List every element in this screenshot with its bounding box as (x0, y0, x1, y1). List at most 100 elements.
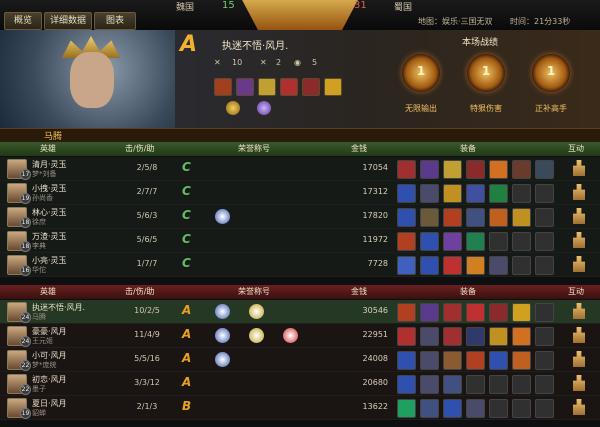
equipment-icon[interactable] (397, 375, 416, 394)
equipment-icon[interactable] (443, 351, 462, 370)
equipment-icon[interactable] (535, 232, 554, 251)
like-icon[interactable] (573, 160, 585, 176)
equipment-icon[interactable] (443, 208, 462, 227)
equipment-icon[interactable] (535, 399, 554, 418)
like-icon[interactable] (573, 399, 585, 415)
item-icon[interactable] (302, 78, 320, 96)
equipment-icon[interactable] (443, 399, 462, 418)
equipment-icon[interactable] (397, 303, 416, 322)
equipment-icon[interactable] (535, 208, 554, 227)
tab-overview[interactable]: 概览 (4, 12, 42, 30)
equipment-icon[interactable] (535, 256, 554, 275)
equipment-icon[interactable] (535, 351, 554, 370)
tab-chart[interactable]: 图表 (94, 12, 136, 30)
equipment-icon[interactable] (512, 184, 531, 203)
equipment-icon[interactable] (466, 232, 485, 251)
equipment-icon[interactable] (443, 375, 462, 394)
equipment-icon[interactable] (443, 160, 462, 179)
equipment-icon[interactable] (535, 184, 554, 203)
equipment-icon[interactable] (420, 303, 439, 322)
item-icon[interactable] (258, 78, 276, 96)
equipment-icon[interactable] (489, 351, 508, 370)
equipment-icon[interactable] (489, 184, 508, 203)
equipment-icon[interactable] (420, 208, 439, 227)
gold: 22951 (362, 330, 388, 339)
table-row[interactable]: 19 小拽·灵玉 孙尚香 2/7/7 C 17312 (0, 181, 600, 205)
like-icon[interactable] (573, 232, 585, 248)
equipment-icon[interactable] (397, 351, 416, 370)
equipment-icon[interactable] (466, 327, 485, 346)
equipment-icon[interactable] (489, 375, 508, 394)
equipment-icon[interactable] (397, 256, 416, 275)
equipment-icon[interactable] (466, 208, 485, 227)
table-row[interactable]: 16 小亮·灵玉 华佗 1/7/7 C 7728 (0, 253, 600, 277)
equipment-icon[interactable] (420, 375, 439, 394)
equipment-icon[interactable] (535, 160, 554, 179)
like-icon[interactable] (573, 327, 585, 343)
equipment-icon[interactable] (512, 399, 531, 418)
equipment-icon[interactable] (466, 160, 485, 179)
equipment-icon[interactable] (443, 184, 462, 203)
table-row[interactable]: 17 清月·灵玉 梦*刘备 2/5/8 C 17054 (0, 157, 600, 181)
equipment-icon[interactable] (397, 184, 416, 203)
equipment-icon[interactable] (489, 327, 508, 346)
equipment-icon[interactable] (420, 256, 439, 275)
table-row[interactable]: 22 初恋·风月 墨子 3/3/12 A 20680 (0, 372, 600, 396)
equipment-icon[interactable] (420, 351, 439, 370)
item-icon[interactable] (214, 78, 232, 96)
equipment-icon[interactable] (489, 256, 508, 275)
equipment-icon[interactable] (466, 303, 485, 322)
like-icon[interactable] (573, 303, 585, 319)
equipment-icon[interactable] (512, 303, 531, 322)
equipment-icon[interactable] (512, 327, 531, 346)
equipment-icon[interactable] (512, 160, 531, 179)
equipment-icon[interactable] (489, 303, 508, 322)
table-row[interactable]: 24 豪豪·风月 王元姬 11/4/9 A 22951 (0, 324, 600, 348)
table-row[interactable]: 19 夏日·风月 貂蝉 2/1/3 B 13622 (0, 396, 600, 420)
table-row[interactable]: 22 小可·风月 梦*庞统 5/5/16 A 24008 (0, 348, 600, 372)
item-icon[interactable] (324, 78, 342, 96)
equipment-icon[interactable] (466, 399, 485, 418)
equipment-icon[interactable] (535, 303, 554, 322)
equipment-icon[interactable] (535, 375, 554, 394)
equipment-icon[interactable] (466, 351, 485, 370)
equipment-icon[interactable] (489, 399, 508, 418)
equipment-icon[interactable] (489, 208, 508, 227)
like-icon[interactable] (573, 208, 585, 224)
equipment-icon[interactable] (512, 208, 531, 227)
equipment-icon[interactable] (466, 375, 485, 394)
equipment-icon[interactable] (512, 256, 531, 275)
equipment-icon[interactable] (397, 160, 416, 179)
equipment-icon[interactable] (512, 375, 531, 394)
equipment-icon[interactable] (466, 184, 485, 203)
item-icon[interactable] (236, 78, 254, 96)
equipment-icon[interactable] (443, 327, 462, 346)
equipment-icon[interactable] (443, 303, 462, 322)
equipment-icon[interactable] (535, 327, 554, 346)
equipment-icon[interactable] (420, 160, 439, 179)
like-icon[interactable] (573, 351, 585, 367)
like-icon[interactable] (573, 256, 585, 272)
equipment-icon[interactable] (443, 256, 462, 275)
tab-detailed-data[interactable]: 详细数据 (44, 12, 92, 30)
equipment-icon[interactable] (489, 160, 508, 179)
equipment-icon[interactable] (420, 327, 439, 346)
equipment-icon[interactable] (420, 399, 439, 418)
equipment-icon[interactable] (397, 208, 416, 227)
equipment-icon[interactable] (512, 232, 531, 251)
equipment-icon[interactable] (420, 184, 439, 203)
table-row[interactable]: 18 万渣·灵玉 李典 5/6/5 C 11972 (0, 229, 600, 253)
equipment-icon[interactable] (397, 327, 416, 346)
like-icon[interactable] (573, 184, 585, 200)
equipment-icon[interactable] (512, 351, 531, 370)
table-row[interactable]: 24 执迷不悟·风月. 马腾 10/2/5 A 30546 (0, 300, 600, 324)
equipment-icon[interactable] (397, 232, 416, 251)
item-icon[interactable] (280, 78, 298, 96)
equipment-icon[interactable] (397, 399, 416, 418)
equipment-icon[interactable] (489, 232, 508, 251)
equipment-icon[interactable] (443, 232, 462, 251)
equipment-icon[interactable] (420, 232, 439, 251)
equipment-icon[interactable] (466, 256, 485, 275)
table-row[interactable]: 18 林心·灵玉 徐庶 5/6/3 C 17820 (0, 205, 600, 229)
like-icon[interactable] (573, 375, 585, 391)
